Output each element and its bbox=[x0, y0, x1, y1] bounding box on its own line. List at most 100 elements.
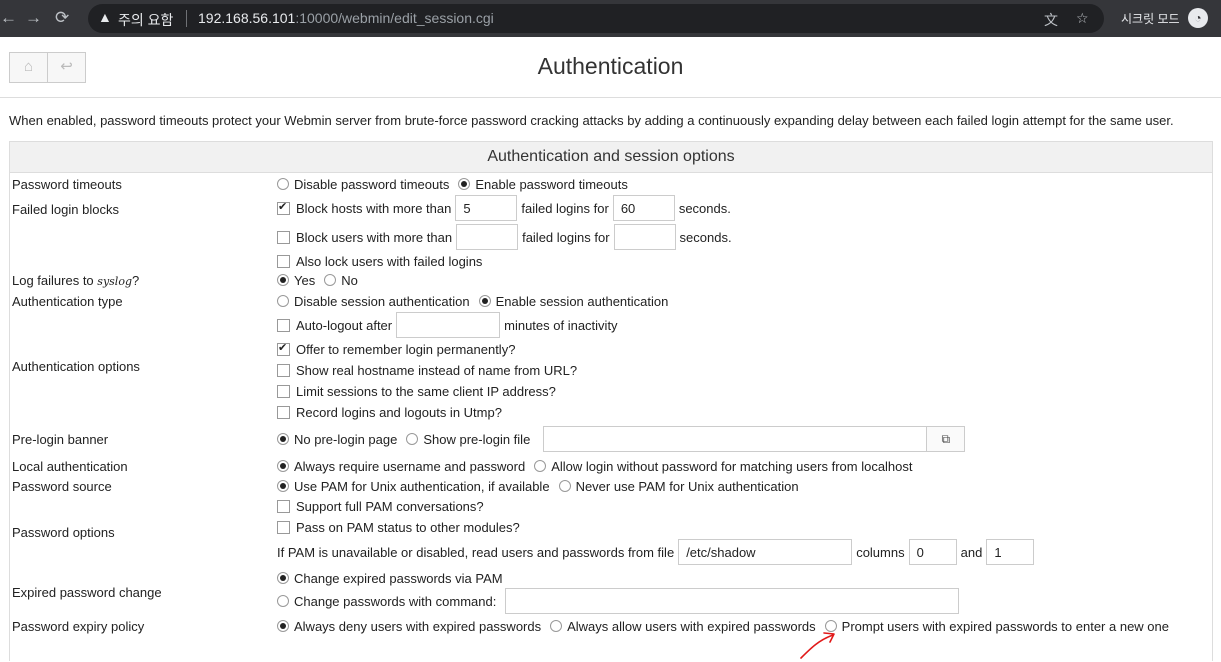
pass-pam-status-checkbox[interactable] bbox=[277, 520, 290, 534]
row-authentication-type: Disable session authentication Enable se… bbox=[277, 291, 677, 311]
label-local-authentication: Local authentication bbox=[12, 459, 128, 474]
option-label: No pre-login page bbox=[294, 431, 398, 447]
columns-input-1[interactable]: 0 bbox=[908, 539, 957, 565]
shadow-file-input[interactable]: /etc/shadow bbox=[678, 539, 853, 565]
radio-icon[interactable] bbox=[277, 433, 289, 445]
incognito-icon[interactable]: ◔ bbox=[1188, 8, 1208, 28]
option-label: Enable session authentication bbox=[495, 293, 669, 309]
forward-icon[interactable]: → bbox=[25, 9, 42, 27]
radio-enable-session[interactable]: Enable session authentication bbox=[478, 293, 669, 309]
label-pre-login-banner: Pre-login banner bbox=[12, 432, 109, 447]
radio-icon[interactable] bbox=[406, 433, 419, 445]
option-label: failed logins for bbox=[521, 200, 609, 216]
block-users-count-input[interactable] bbox=[456, 224, 519, 250]
lock-users-checkbox[interactable] bbox=[277, 254, 290, 268]
option-label: Also lock users with failed logins bbox=[296, 253, 483, 269]
row-log-failures: Yes No bbox=[277, 270, 367, 290]
label-expired-password-change: Expired password change bbox=[12, 585, 162, 600]
translate-icon[interactable]: 文 bbox=[1044, 10, 1058, 30]
radio-icon[interactable] bbox=[458, 178, 471, 190]
back-icon[interactable]: ← bbox=[0, 9, 17, 27]
file-chooser-icon[interactable]: ⧉ bbox=[927, 426, 966, 452]
radio-change-via-pam[interactable]: Change expired passwords via PAM bbox=[277, 571, 503, 586]
option-label: Change passwords with command: bbox=[294, 593, 497, 609]
option-label: Offer to remember login permanently? bbox=[296, 341, 516, 357]
option-label: Show pre-login file bbox=[423, 431, 531, 447]
radio-prompt-new[interactable]: Prompt users with expired passwords to e… bbox=[824, 619, 1169, 634]
radio-icon[interactable] bbox=[277, 572, 289, 584]
option-label: Never use PAM for Unix authentication bbox=[575, 478, 799, 494]
option-label: No bbox=[341, 272, 358, 288]
radio-icon[interactable] bbox=[534, 460, 547, 472]
security-label[interactable]: 주의 요함 bbox=[118, 10, 173, 30]
radio-icon[interactable] bbox=[478, 295, 491, 307]
radio-icon[interactable] bbox=[277, 295, 289, 307]
option-label: Limit sessions to the same client IP add… bbox=[296, 383, 556, 399]
option-label: Support full PAM conversations? bbox=[296, 498, 484, 514]
radio-use-pam[interactable]: Use PAM for Unix authentication, if avai… bbox=[277, 479, 550, 494]
block-hosts-checkbox[interactable] bbox=[277, 200, 290, 215]
radio-always-require[interactable]: Always require username and password bbox=[277, 459, 525, 474]
option-label: Pass on PAM status to other modules? bbox=[296, 519, 520, 535]
radio-icon[interactable] bbox=[277, 620, 289, 632]
option-label: If PAM is unavailable or disabled, read … bbox=[277, 544, 675, 560]
label-log-failures: Log failures to syslog? bbox=[12, 273, 139, 288]
row-password-source: Use PAM for Unix authentication, if avai… bbox=[277, 476, 808, 496]
radio-disable-session[interactable]: Disable session authentication bbox=[277, 294, 470, 309]
warning-icon[interactable]: ▲ bbox=[98, 9, 112, 25]
option-label: seconds. bbox=[678, 200, 731, 216]
radio-syslog-no[interactable]: No bbox=[324, 273, 358, 288]
radio-icon[interactable] bbox=[277, 595, 289, 607]
row-lock-users: Also lock users with failed logins bbox=[277, 251, 482, 271]
label-failed-login-blocks: Failed login blocks bbox=[12, 202, 119, 217]
radio-disable-timeouts[interactable]: Disable password timeouts bbox=[277, 177, 449, 192]
radio-change-with-command[interactable]: Change passwords with command: bbox=[277, 594, 496, 609]
row-block-users: Block users with more than failed logins… bbox=[277, 223, 732, 251]
address-bar[interactable]: ▲ 주의 요함 192.168.56.101:10000/webmin/edit… bbox=[88, 4, 1104, 33]
radio-icon[interactable] bbox=[550, 620, 563, 632]
radio-icon[interactable] bbox=[277, 178, 289, 190]
auto-logout-checkbox[interactable] bbox=[277, 318, 290, 332]
radio-syslog-yes[interactable]: Yes bbox=[277, 273, 315, 288]
columns-input-2[interactable]: 1 bbox=[986, 539, 1035, 565]
option-label: Show real hostname instead of name from … bbox=[296, 362, 578, 378]
record-logins-checkbox[interactable] bbox=[277, 405, 290, 419]
log-failures-suffix: ? bbox=[131, 273, 140, 288]
row-change-with-command: Change passwords with command: bbox=[277, 587, 963, 615]
option-label: Record logins and logouts in Utmp? bbox=[296, 404, 502, 420]
row-change-via-pam: Change expired passwords via PAM bbox=[277, 568, 512, 588]
radio-enable-timeouts[interactable]: Enable password timeouts bbox=[458, 177, 628, 192]
full-pam-checkbox[interactable] bbox=[277, 499, 290, 513]
log-failures-em: syslog bbox=[97, 275, 132, 288]
block-users-seconds-input[interactable] bbox=[613, 224, 676, 250]
url-text[interactable]: 192.168.56.101:10000/webmin/edit_session… bbox=[198, 10, 494, 26]
row-remember-login: Offer to remember login permanently? bbox=[277, 339, 515, 359]
radio-icon[interactable] bbox=[277, 274, 289, 286]
radio-no-prelogin[interactable]: No pre-login page bbox=[277, 432, 397, 447]
incognito-label[interactable]: 시크릿 모드 bbox=[1121, 10, 1180, 27]
change-command-input[interactable] bbox=[505, 588, 960, 614]
reload-icon[interactable]: ⟳ bbox=[55, 9, 69, 27]
radio-always-deny[interactable]: Always deny users with expired passwords bbox=[277, 619, 541, 634]
row-auto-logout: Auto-logout after minutes of inactivity bbox=[277, 311, 618, 339]
block-hosts-seconds-input[interactable]: 60 bbox=[612, 195, 675, 221]
radio-icon[interactable] bbox=[558, 480, 571, 492]
limit-sessions-checkbox[interactable] bbox=[277, 384, 290, 398]
row-full-pam: Support full PAM conversations? bbox=[277, 496, 484, 516]
prelogin-file-input[interactable] bbox=[543, 426, 928, 452]
bookmark-star-icon[interactable]: ☆ bbox=[1076, 10, 1089, 27]
radio-allow-without-password[interactable]: Allow login without password for matchin… bbox=[534, 458, 913, 474]
option-label: seconds. bbox=[679, 229, 732, 245]
auto-logout-input[interactable] bbox=[396, 312, 501, 338]
radio-icon[interactable] bbox=[324, 274, 337, 286]
block-hosts-count-input[interactable]: 5 bbox=[455, 195, 518, 221]
block-users-checkbox[interactable] bbox=[277, 230, 290, 244]
radio-show-prelogin[interactable]: Show pre-login file bbox=[406, 432, 530, 447]
real-hostname-checkbox[interactable] bbox=[277, 363, 290, 377]
option-label: Allow login without password for matchin… bbox=[551, 458, 913, 474]
radio-icon[interactable] bbox=[277, 460, 289, 472]
radio-icon[interactable] bbox=[277, 480, 289, 492]
remember-login-checkbox[interactable] bbox=[277, 341, 290, 356]
radio-never-pam[interactable]: Never use PAM for Unix authentication bbox=[558, 478, 799, 494]
radio-always-allow[interactable]: Always allow users with expired password… bbox=[550, 619, 816, 634]
